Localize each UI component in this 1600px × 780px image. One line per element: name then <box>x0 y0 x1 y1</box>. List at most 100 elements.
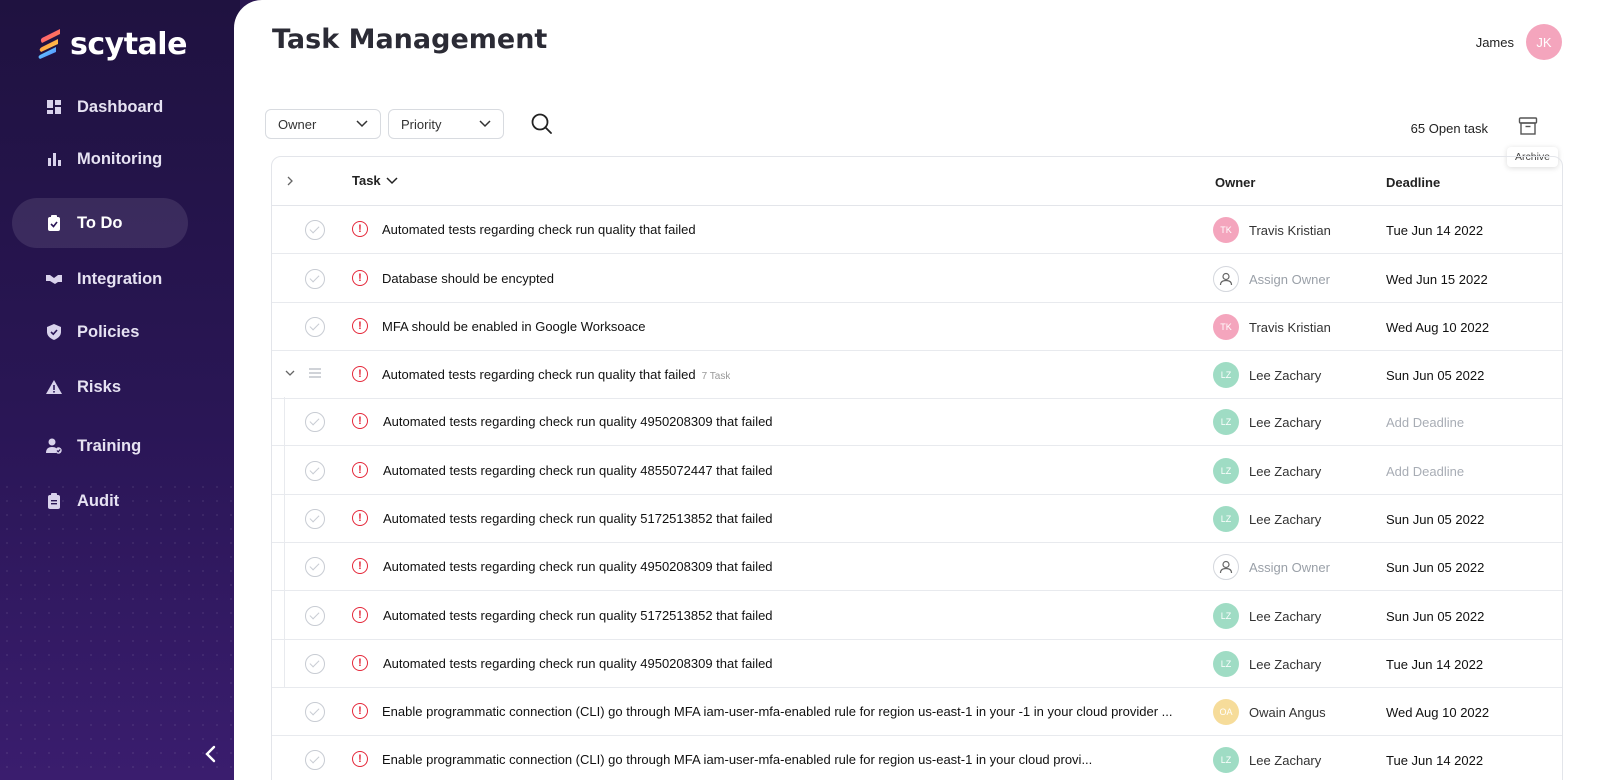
user-avatar[interactable]: JK <box>1526 24 1562 60</box>
sidebar-item-training[interactable]: Training <box>12 421 188 471</box>
drag-handle[interactable] <box>308 366 322 380</box>
brand-logo[interactable]: scytale <box>36 24 187 64</box>
task-owner[interactable]: LZ Lee Zachary <box>1213 506 1321 532</box>
task-title[interactable]: Automated tests regarding check run qual… <box>383 414 773 429</box>
task-column-header[interactable]: Task <box>352 173 398 188</box>
task-owner[interactable]: LZ Lee Zachary <box>1213 458 1321 484</box>
complete-task-checkbox[interactable] <box>305 412 325 432</box>
task-owner[interactable]: LZ Lee Zachary <box>1213 362 1321 388</box>
table-row[interactable]: ! Database should be encypted Assign Owner… <box>272 254 1562 303</box>
task-deadline[interactable]: Sun Jun 05 2022 <box>1386 512 1484 527</box>
task-owner[interactable]: LZ Lee Zachary <box>1213 747 1321 773</box>
table-row[interactable]: ! Automated tests regarding check run qua… <box>272 205 1562 254</box>
complete-task-checkbox[interactable] <box>305 750 325 770</box>
subtask-row[interactable]: ! Automated tests regarding check run qua… <box>272 639 1562 688</box>
sidebar-item-risks[interactable]: Risks <box>12 362 188 412</box>
expand-all-button[interactable] <box>284 174 298 188</box>
task-title[interactable]: MFA should be enabled in Google Worksoac… <box>382 319 646 334</box>
sidebar-item-policies[interactable]: Policies <box>12 307 188 357</box>
sidebar-item-to-do[interactable]: To Do <box>12 198 188 248</box>
user-menu[interactable]: James JK <box>1476 24 1562 60</box>
sidebar-item-monitoring[interactable]: Monitoring <box>12 134 188 184</box>
task-title[interactable]: Automated tests regarding check run qual… <box>383 559 773 574</box>
task-owner[interactable]: OA Owain Angus <box>1213 699 1326 725</box>
task-deadline[interactable]: Wed Aug 10 2022 <box>1386 320 1489 335</box>
task-title[interactable]: Automated tests regarding check run qual… <box>382 367 730 382</box>
sidebar-item-label: Policies <box>77 322 140 341</box>
task-owner[interactable]: TK Travis Kristian <box>1213 314 1331 340</box>
alert-icon: ! <box>352 270 368 286</box>
complete-task-checkbox[interactable] <box>305 557 325 577</box>
sidebar-collapse-button[interactable] <box>200 742 220 766</box>
user-outline-icon <box>1213 554 1239 580</box>
complete-task-checkbox[interactable] <box>305 654 325 674</box>
owner-filter-dropdown[interactable]: Owner <box>265 109 381 139</box>
table-row[interactable]: ! Enable programmatic connection (CLI) go… <box>272 735 1562 780</box>
archive-button[interactable] <box>1518 116 1540 138</box>
task-title[interactable]: Automated tests regarding check run qual… <box>383 608 773 623</box>
sidebar-item-audit[interactable]: Audit <box>12 476 188 526</box>
chevron-left-icon <box>205 745 216 763</box>
task-owner[interactable]: LZ Lee Zachary <box>1213 603 1321 629</box>
subtask-row[interactable]: ! Automated tests regarding check run qua… <box>272 397 1562 446</box>
task-title[interactable]: Enable programmatic connection (CLI) go … <box>382 752 1092 767</box>
table-row[interactable]: ! Automated tests regarding check run qua… <box>272 350 1562 399</box>
sidebar-item-label: To Do <box>77 213 123 232</box>
task-deadline[interactable]: Sun Jun 05 2022 <box>1386 609 1484 624</box>
subtask-row[interactable]: ! Automated tests regarding check run qua… <box>272 446 1562 495</box>
add-deadline-button[interactable]: Add Deadline <box>1386 464 1464 479</box>
owner-avatar: TK <box>1213 217 1239 243</box>
owner-name: Lee Zachary <box>1249 511 1322 527</box>
table-row[interactable]: ! Enable programmatic connection (CLI) go… <box>272 687 1562 736</box>
task-title[interactable]: Automated tests regarding check run qual… <box>383 656 773 671</box>
add-deadline-button[interactable]: Add Deadline <box>1386 415 1464 430</box>
subtask-row[interactable]: ! Automated tests regarding check run qua… <box>272 591 1562 640</box>
task-title[interactable]: Database should be encypted <box>382 271 554 286</box>
task-deadline[interactable]: Tue Jun 14 2022 <box>1386 657 1483 672</box>
task-deadline[interactable]: Sun Jun 05 2022 <box>1386 368 1484 383</box>
task-title[interactable]: Automated tests regarding check run qual… <box>383 511 773 526</box>
complete-task-checkbox[interactable] <box>305 606 325 626</box>
task-owner[interactable]: LZ Lee Zachary <box>1213 409 1321 435</box>
alert-icon: ! <box>352 318 368 334</box>
subtask-count: 7 Task <box>701 371 731 382</box>
task-title-text: Automated tests regarding check run qual… <box>382 367 696 382</box>
user-name: James <box>1475 34 1514 50</box>
owner-name: Travis Kristian <box>1249 319 1331 335</box>
task-deadline[interactable]: Wed Aug 10 2022 <box>1386 705 1489 720</box>
alert-icon: ! <box>352 558 368 574</box>
assign-owner-button[interactable]: Assign Owner <box>1213 266 1330 292</box>
sidebar: scytale Dashboard Monitoring To Do Integ… <box>0 0 240 780</box>
task-title-text: Enable programmatic connection (CLI) go … <box>382 752 1093 767</box>
sidebar-item-integration[interactable]: Integration <box>12 254 188 304</box>
subtask-row[interactable]: ! Automated tests regarding check run qua… <box>272 542 1562 591</box>
sort-chevron-icon <box>386 176 398 184</box>
subtask-row[interactable]: ! Automated tests regarding check run qua… <box>272 494 1562 543</box>
assign-owner-button[interactable]: Assign Owner <box>1213 554 1330 580</box>
task-deadline[interactable]: Wed Jun 15 2022 <box>1386 272 1488 287</box>
clipboard-check-icon <box>46 215 62 231</box>
collapse-group-button[interactable] <box>284 366 298 380</box>
complete-task-checkbox[interactable] <box>305 317 325 337</box>
complete-task-checkbox[interactable] <box>305 461 325 481</box>
task-deadline[interactable]: Sun Jun 05 2022 <box>1386 560 1484 575</box>
table-row[interactable]: ! MFA should be enabled in Google Worksoa… <box>272 302 1562 351</box>
sidebar-item-label: Training <box>77 436 142 455</box>
owner-name: Lee Zachary <box>1249 608 1322 624</box>
task-owner[interactable]: TK Travis Kristian <box>1213 217 1331 243</box>
chevron-right-icon <box>287 176 293 186</box>
complete-task-checkbox[interactable] <box>305 269 325 289</box>
task-deadline[interactable]: Tue Jun 14 2022 <box>1386 223 1483 238</box>
task-column-label: Task <box>352 173 381 188</box>
task-title[interactable]: Automated tests regarding check run qual… <box>382 222 696 237</box>
task-title[interactable]: Automated tests regarding check run qual… <box>383 463 773 478</box>
task-owner[interactable]: LZ Lee Zachary <box>1213 651 1321 677</box>
task-title[interactable]: Enable programmatic connection (CLI) go … <box>382 704 1173 719</box>
complete-task-checkbox[interactable] <box>305 702 325 722</box>
complete-task-checkbox[interactable] <box>305 509 325 529</box>
sidebar-item-dashboard[interactable]: Dashboard <box>12 82 188 132</box>
task-deadline[interactable]: Tue Jun 14 2022 <box>1386 753 1483 768</box>
search-button[interactable] <box>530 112 556 138</box>
complete-task-checkbox[interactable] <box>305 220 325 240</box>
priority-filter-dropdown[interactable]: Priority <box>388 109 504 139</box>
